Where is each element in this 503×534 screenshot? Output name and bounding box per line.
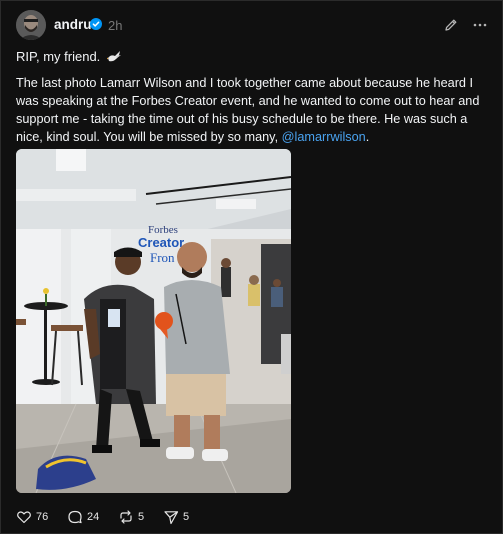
send-icon [164,511,179,525]
heart-icon [17,511,31,524]
pencil-icon[interactable] [442,16,460,34]
share-button[interactable]: 5 [163,508,189,526]
post-timestamp[interactable]: 2h [108,18,122,33]
reply-button[interactable]: 24 [67,508,99,526]
verified-badge-icon [90,18,102,30]
more-horizontal-icon[interactable] [471,16,489,34]
author-name[interactable]: andru [54,17,92,32]
mention-link[interactable]: @lamarrwilson [282,130,366,144]
avatar[interactable] [16,10,46,40]
repost-count: 5 [138,511,145,523]
sign-text-front: Fron [150,250,175,265]
like-count: 76 [36,511,49,523]
post-photo[interactable]: Forbes Creator Fron [16,149,291,493]
post-first-line: RIP, my friend. [16,49,122,64]
post-body-text: The last photo Lamarr Wilson and I took … [16,76,480,144]
sign-text-creator: Creator [138,235,184,250]
photo-illustration: Forbes Creator Fron [16,149,291,493]
post-body-end: . [365,130,370,144]
comment-icon [68,510,82,524]
reply-count: 24 [87,511,100,523]
post-first-line-text: RIP, my friend. [16,49,101,64]
like-button[interactable]: 76 [16,508,48,526]
thread-post: andru 2h RIP, my friend. The last photo … [0,0,503,534]
share-count: 5 [183,511,190,523]
avatar-image [16,10,46,40]
dove-icon [106,51,121,62]
post-body: The last photo Lamarr Wilson and I took … [16,74,491,146]
repost-button[interactable]: 5 [118,508,144,526]
repost-icon [120,510,132,524]
